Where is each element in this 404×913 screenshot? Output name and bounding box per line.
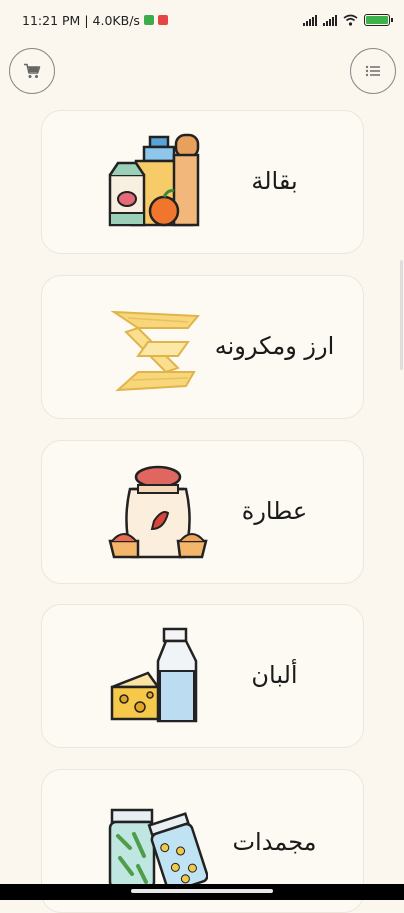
category-label: عطارة bbox=[241, 497, 308, 525]
category-card-pasta[interactable]: ارز ومكرونه bbox=[41, 275, 364, 419]
status-bar: 11:21 PM | 4.0KB/s bbox=[0, 0, 404, 40]
status-time: 11:21 PM bbox=[22, 12, 81, 28]
signal-icon bbox=[303, 14, 317, 26]
category-card-grocery[interactable]: بقالة bbox=[41, 110, 364, 254]
home-handle[interactable] bbox=[131, 889, 273, 893]
category-card-spices[interactable]: عطارة bbox=[41, 440, 364, 584]
cart-button[interactable] bbox=[9, 48, 55, 94]
menu-lines-icon bbox=[365, 65, 380, 77]
category-label: مجمدات bbox=[232, 828, 317, 856]
signal-icon-2 bbox=[323, 14, 337, 26]
battery-fill bbox=[366, 16, 388, 24]
system-nav-bar bbox=[0, 884, 404, 900]
notification-app-icon bbox=[143, 15, 154, 25]
status-right bbox=[303, 14, 393, 26]
category-label: ألبان bbox=[251, 661, 298, 689]
category-label: ارز ومكرونه bbox=[214, 332, 335, 360]
status-separator: | bbox=[84, 12, 89, 28]
cart-icon bbox=[24, 63, 41, 78]
scrollbar[interactable] bbox=[400, 260, 403, 370]
category-card-dairy[interactable]: ألبان bbox=[41, 604, 364, 748]
status-left: 11:21 PM | 4.0KB/s bbox=[22, 13, 168, 28]
network-speed: 4.0KB/s bbox=[92, 12, 140, 28]
menu-button[interactable] bbox=[350, 48, 396, 94]
wifi-icon bbox=[343, 14, 358, 26]
app-header bbox=[0, 40, 404, 98]
notification-app-icon-red bbox=[157, 15, 168, 25]
category-label: بقالة bbox=[251, 167, 298, 195]
battery-icon bbox=[364, 14, 393, 26]
